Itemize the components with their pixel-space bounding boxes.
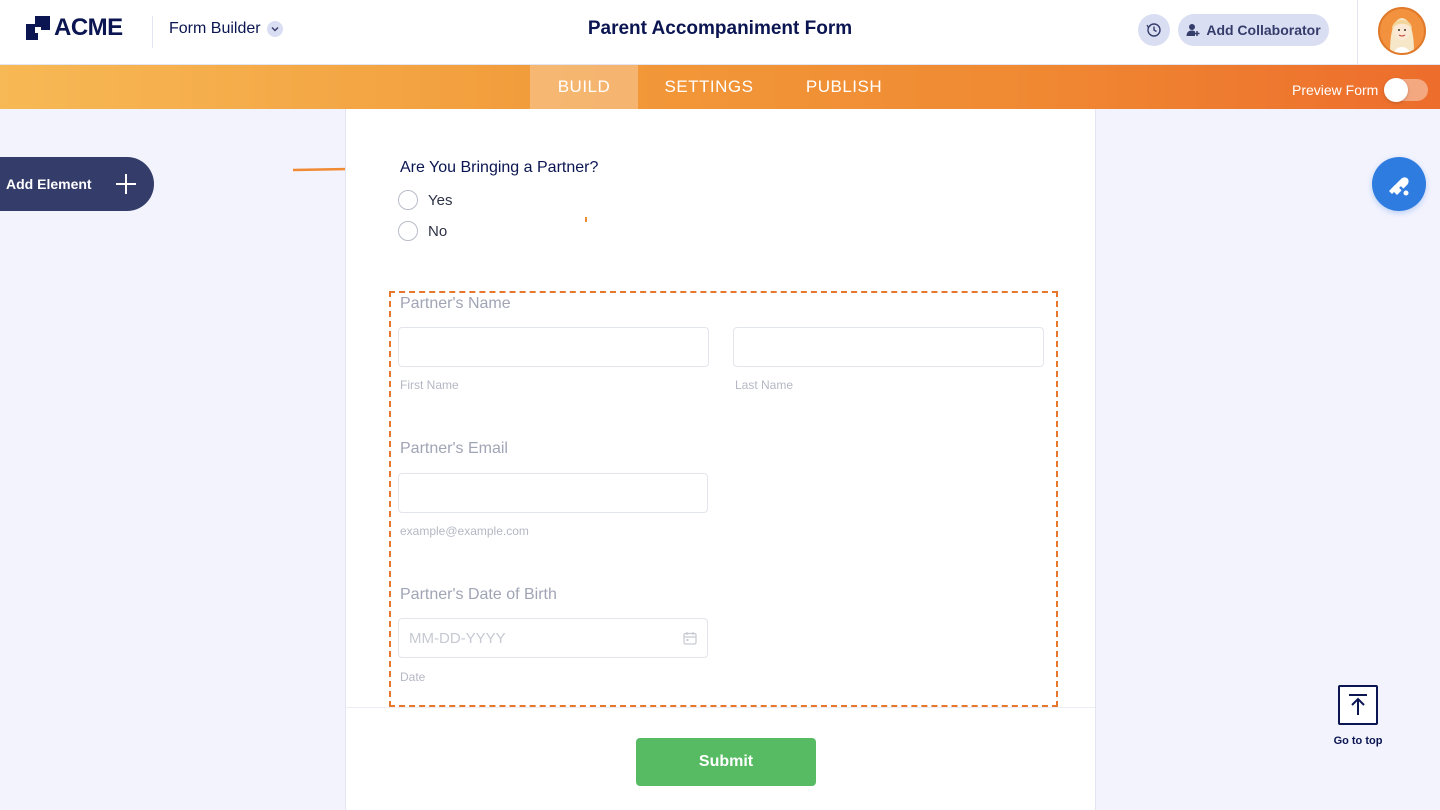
chevron-down-icon [266,21,283,37]
add-element-button[interactable]: Add Element [0,157,154,211]
partner-name-label: Partner's Name [400,295,511,312]
email-input[interactable] [398,473,708,513]
tab-settings[interactable]: SETTINGS [646,65,772,109]
paint-roller-icon [1389,177,1409,196]
first-name-input[interactable] [398,327,709,367]
plus-icon [116,174,136,194]
toggle-knob [1384,78,1409,102]
tab-build[interactable]: BUILD [530,65,638,109]
logo-text: ACME [54,14,123,41]
option-label: No [428,222,448,240]
option-label: Yes [428,191,453,209]
last-name-sublabel: Last Name [735,378,794,392]
add-user-icon [1186,24,1200,36]
arrow-up-icon [1338,685,1378,725]
history-icon [1146,23,1161,37]
preview-form-label: Preview Form [1292,82,1379,98]
radio-button[interactable] [398,221,418,241]
question-label[interactable]: Are You Bringing a Partner? [400,159,598,177]
form-title[interactable]: Parent Accompaniment Form [588,18,852,39]
radio-option-no[interactable]: No [398,221,447,241]
form-builder-label: Form Builder [169,20,261,37]
radio-option-yes[interactable]: Yes [398,190,452,210]
last-name-input[interactable] [733,327,1044,367]
revision-history-button[interactable] [1138,14,1170,46]
form-builder-dropdown[interactable]: Form Builder [169,20,283,38]
top-header: ACME Form Builder Parent Accompaniment F… [0,0,1440,65]
email-sublabel: example@example.com [400,524,529,538]
submit-button[interactable]: Submit [636,738,816,786]
user-avatar[interactable] [1378,7,1426,55]
acme-logo-icon [26,16,50,40]
calendar-icon[interactable] [683,631,697,645]
date-sublabel: Date [400,670,426,684]
cursor-mark [585,217,587,222]
acme-logo[interactable]: ACME [26,14,123,42]
form-designer-button[interactable] [1372,157,1426,211]
header-divider-right [1357,0,1358,65]
preview-form-toggle[interactable]: Preview Form [1292,78,1429,102]
builder-navbar: BUILD SETTINGS PUBLISH Preview Form [0,65,1440,109]
canvas-divider [346,707,1095,708]
header-divider [152,16,153,48]
go-to-top-label: Go to top [1333,735,1383,747]
add-collaborator-label: Add Collaborator [1206,22,1321,38]
form-canvas: Are You Bringing a Partner? Yes No Partn… [345,109,1096,810]
tab-publish[interactable]: PUBLISH [790,65,898,109]
date-input[interactable]: MM-DD-YYYY [398,618,708,658]
radio-button[interactable] [398,190,418,210]
first-name-sublabel: First Name [400,378,459,392]
add-element-label: Add Element [6,176,92,192]
partner-email-label: Partner's Email [400,440,508,457]
date-placeholder: MM-DD-YYYY [409,629,506,647]
preview-toggle-switch[interactable] [1384,78,1429,102]
partner-dob-label: Partner's Date of Birth [400,586,557,603]
go-to-top-button[interactable]: Go to top [1326,685,1390,747]
add-collaborator-button[interactable]: Add Collaborator [1178,14,1329,46]
